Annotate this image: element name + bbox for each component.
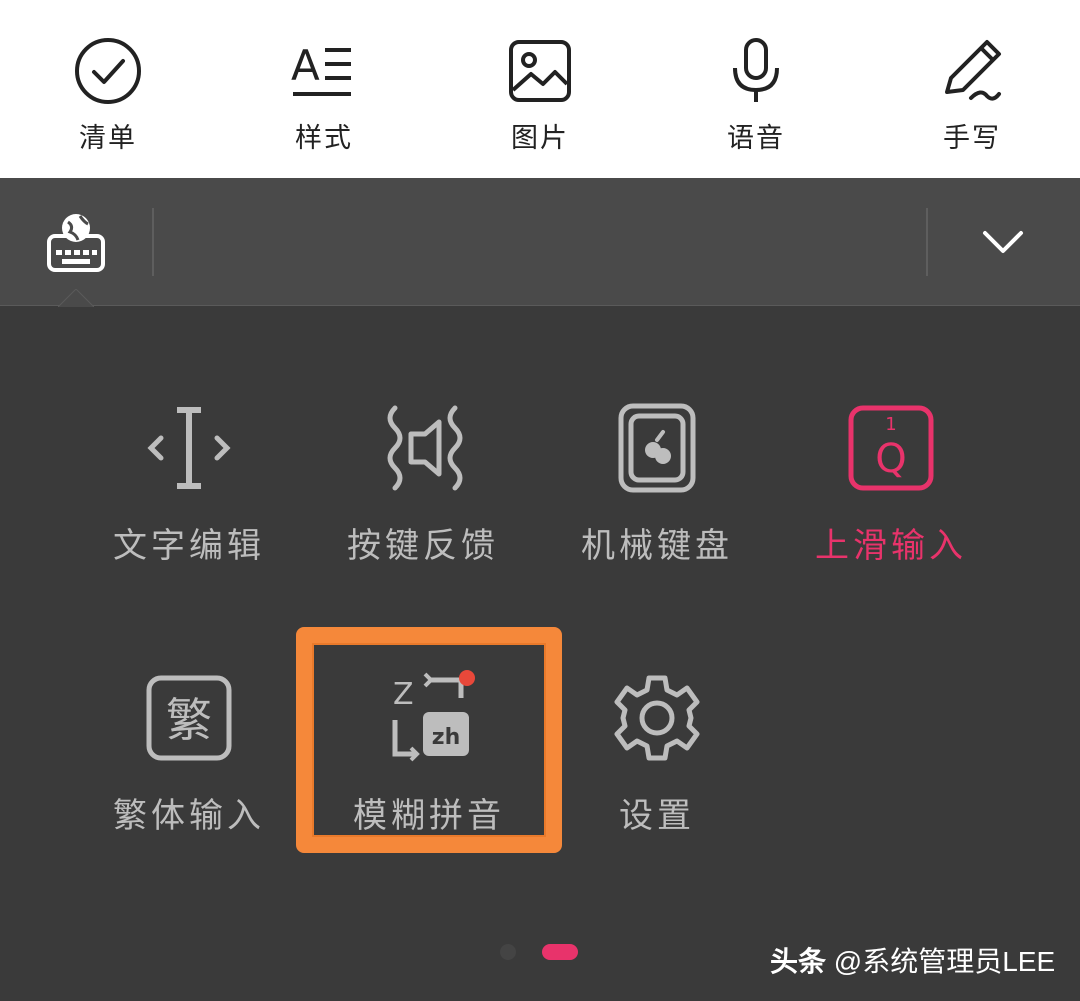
svg-text:Q: Q bbox=[875, 436, 906, 482]
keyboard-bar bbox=[0, 178, 1080, 306]
toolbar-item-handwriting[interactable]: 手写 bbox=[872, 0, 1072, 178]
toolbar-item-image[interactable]: 图片 bbox=[440, 0, 640, 178]
toolbar-item-style[interactable]: A 样式 bbox=[224, 0, 424, 178]
tile-label: 机械键盘 bbox=[581, 526, 733, 566]
tile-traditional-input[interactable]: 繁 繁体输入 bbox=[72, 670, 306, 880]
fuzzy-pinyin-icon: Z zh bbox=[392, 670, 475, 762]
tile-label: 文字编辑 bbox=[113, 526, 265, 566]
pointer-notch bbox=[58, 289, 94, 307]
tile-swipe-input[interactable]: 1 Q 上滑输入 bbox=[774, 400, 1008, 610]
checklist-icon bbox=[75, 38, 141, 104]
toolbar-item-voice[interactable]: 语音 bbox=[656, 0, 856, 178]
chevron-down-icon[interactable] bbox=[968, 218, 1038, 268]
svg-text:A: A bbox=[291, 41, 320, 90]
toolbar-label: 样式 bbox=[295, 123, 353, 154]
text-cursor-icon bbox=[147, 407, 231, 489]
top-toolbar: 清单 A 样式 图片 语音 手写 bbox=[0, 0, 1080, 178]
svg-text:1: 1 bbox=[885, 414, 896, 435]
toolbar-item-checklist[interactable]: 清单 bbox=[8, 0, 208, 178]
swipe-up-key-icon: 1 Q bbox=[848, 405, 934, 491]
gear-icon bbox=[614, 675, 700, 761]
notification-badge bbox=[459, 670, 475, 686]
svg-text:zh: zh bbox=[432, 725, 460, 750]
pen-icon bbox=[945, 40, 1001, 101]
tile-text-edit[interactable]: 文字编辑 bbox=[72, 400, 306, 610]
tile-label: 按键反馈 bbox=[347, 526, 499, 566]
tile-settings[interactable]: 设置 bbox=[540, 670, 774, 880]
text-style-icon: A bbox=[291, 41, 351, 96]
tile-label: 模糊拼音 bbox=[353, 796, 505, 836]
divider bbox=[152, 208, 154, 276]
tile-mechanical-keyboard[interactable]: 机械键盘 bbox=[540, 400, 774, 610]
image-icon bbox=[509, 40, 571, 102]
toolbar-label: 清单 bbox=[79, 123, 137, 154]
divider bbox=[926, 208, 928, 276]
watermark: 头条 @系统管理员LEE bbox=[770, 946, 1056, 977]
tile-label: 设置 bbox=[619, 796, 695, 836]
page: 清单 A 样式 图片 语音 手写 文字编辑 按键反馈 机械键盘 1 Q 上滑输入… bbox=[0, 0, 1080, 1001]
keyboard-language-icon[interactable] bbox=[40, 208, 112, 280]
traditional-char-icon: 繁 bbox=[146, 675, 232, 761]
svg-text:繁: 繁 bbox=[166, 693, 212, 747]
toolbar-label: 图片 bbox=[511, 123, 569, 154]
mechanical-key-icon bbox=[618, 403, 696, 493]
pager-dot[interactable] bbox=[500, 944, 516, 960]
toolbar-label: 语音 bbox=[727, 123, 785, 154]
tile-key-feedback[interactable]: 按键反馈 bbox=[306, 400, 540, 610]
pager-dot-active[interactable] bbox=[542, 944, 578, 960]
tile-label: 上滑输入 bbox=[815, 526, 967, 566]
tile-label: 繁体输入 bbox=[113, 796, 265, 836]
svg-text:Z: Z bbox=[393, 677, 414, 712]
vibration-sound-icon bbox=[387, 405, 463, 491]
microphone-icon bbox=[733, 38, 779, 102]
tile-fuzzy-pinyin[interactable]: Z zh 模糊拼音 bbox=[312, 670, 546, 880]
toolbar-label: 手写 bbox=[943, 123, 1001, 154]
